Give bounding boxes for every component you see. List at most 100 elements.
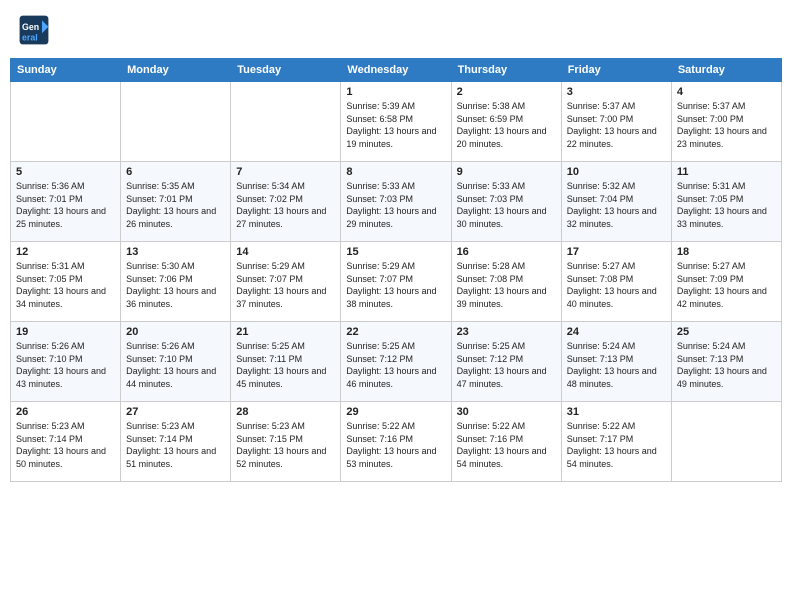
day-number: 18	[677, 246, 776, 258]
day-number: 12	[16, 246, 115, 258]
calendar-cell: 14Sunrise: 5:29 AM Sunset: 7:07 PM Dayli…	[231, 242, 341, 322]
day-number: 16	[457, 246, 556, 258]
day-info: Sunrise: 5:23 AM Sunset: 7:14 PM Dayligh…	[126, 420, 225, 470]
calendar-cell: 5Sunrise: 5:36 AM Sunset: 7:01 PM Daylig…	[11, 162, 121, 242]
day-info: Sunrise: 5:27 AM Sunset: 7:08 PM Dayligh…	[567, 260, 666, 310]
svg-text:Gen: Gen	[22, 22, 39, 32]
day-info: Sunrise: 5:25 AM Sunset: 7:11 PM Dayligh…	[236, 340, 335, 390]
calendar-cell: 4 Sunrise: 5:37 AM Sunset: 7:00 PM Daylig…	[671, 82, 781, 162]
day-number: 11	[677, 166, 776, 178]
calendar-week-4: 19 Sunrise: 5:26 AM Sunset: 7:10 PM Dayli…	[11, 322, 782, 402]
day-info: Sunrise: 5:39 AM Sunset: 6:58 PM Dayligh…	[346, 100, 445, 150]
calendar-cell: 18 Sunrise: 5:27 AM Sunset: 7:09 PM Dayli…	[671, 242, 781, 322]
day-info: Sunrise: 5:31 AM Sunset: 7:05 PM Dayligh…	[16, 260, 115, 310]
day-number: 2	[457, 86, 556, 98]
day-number: 25	[677, 326, 776, 338]
calendar-cell: 12 Sunrise: 5:31 AM Sunset: 7:05 PM Dayli…	[11, 242, 121, 322]
day-info: Sunrise: 5:30 AM Sunset: 7:06 PM Dayligh…	[126, 260, 225, 310]
calendar-cell: 26Sunrise: 5:23 AM Sunset: 7:14 PM Dayli…	[11, 402, 121, 482]
weekday-row: SundayMondayTuesdayWednesdayThursdayFrid…	[11, 59, 782, 82]
day-number: 29	[346, 406, 445, 418]
calendar-cell: 20 Sunrise: 5:26 AM Sunset: 7:10 PM Dayli…	[121, 322, 231, 402]
calendar-cell: 10 Sunrise: 5:32 AM Sunset: 7:04 PM Dayli…	[561, 162, 671, 242]
day-info: Sunrise: 5:33 AM Sunset: 7:03 PM Dayligh…	[346, 180, 445, 230]
day-info: Sunrise: 5:38 AM Sunset: 6:59 PM Dayligh…	[457, 100, 556, 150]
svg-text:eral: eral	[22, 32, 38, 42]
logo: Gen eral	[18, 14, 54, 46]
day-info: Sunrise: 5:22 AM Sunset: 7:16 PM Dayligh…	[346, 420, 445, 470]
calendar-cell	[121, 82, 231, 162]
logo-icon: Gen eral	[18, 14, 50, 46]
day-number: 23	[457, 326, 556, 338]
day-number: 22	[346, 326, 445, 338]
day-number: 20	[126, 326, 225, 338]
calendar-cell: 17 Sunrise: 5:27 AM Sunset: 7:08 PM Dayli…	[561, 242, 671, 322]
calendar-cell: 16 Sunrise: 5:28 AM Sunset: 7:08 PM Dayli…	[451, 242, 561, 322]
calendar-week-5: 26Sunrise: 5:23 AM Sunset: 7:14 PM Dayli…	[11, 402, 782, 482]
day-info: Sunrise: 5:22 AM Sunset: 7:16 PM Dayligh…	[457, 420, 556, 470]
calendar-cell: 13Sunrise: 5:30 AM Sunset: 7:06 PM Dayli…	[121, 242, 231, 322]
day-info: Sunrise: 5:32 AM Sunset: 7:04 PM Dayligh…	[567, 180, 666, 230]
calendar-body: 1 Sunrise: 5:39 AM Sunset: 6:58 PM Daylig…	[11, 82, 782, 482]
calendar-cell: 15 Sunrise: 5:29 AM Sunset: 7:07 PM Dayli…	[341, 242, 451, 322]
calendar-cell: 3 Sunrise: 5:37 AM Sunset: 7:00 PM Daylig…	[561, 82, 671, 162]
day-number: 27	[126, 406, 225, 418]
day-number: 1	[346, 86, 445, 98]
day-info: Sunrise: 5:29 AM Sunset: 7:07 PM Dayligh…	[236, 260, 335, 310]
calendar-table: SundayMondayTuesdayWednesdayThursdayFrid…	[10, 58, 782, 482]
calendar-week-2: 5Sunrise: 5:36 AM Sunset: 7:01 PM Daylig…	[11, 162, 782, 242]
calendar-cell: 2 Sunrise: 5:38 AM Sunset: 6:59 PM Daylig…	[451, 82, 561, 162]
weekday-header-thursday: Thursday	[451, 59, 561, 82]
day-info: Sunrise: 5:26 AM Sunset: 7:10 PM Dayligh…	[126, 340, 225, 390]
calendar-cell: 25 Sunrise: 5:24 AM Sunset: 7:13 PM Dayli…	[671, 322, 781, 402]
day-info: Sunrise: 5:26 AM Sunset: 7:10 PM Dayligh…	[16, 340, 115, 390]
day-number: 24	[567, 326, 666, 338]
day-info: Sunrise: 5:23 AM Sunset: 7:14 PM Dayligh…	[16, 420, 115, 470]
calendar-header: SundayMondayTuesdayWednesdayThursdayFrid…	[11, 59, 782, 82]
calendar-cell: 30 Sunrise: 5:22 AM Sunset: 7:16 PM Dayli…	[451, 402, 561, 482]
calendar-cell: 22Sunrise: 5:25 AM Sunset: 7:12 PM Dayli…	[341, 322, 451, 402]
calendar-cell: 11 Sunrise: 5:31 AM Sunset: 7:05 PM Dayli…	[671, 162, 781, 242]
day-number: 3	[567, 86, 666, 98]
day-info: Sunrise: 5:33 AM Sunset: 7:03 PM Dayligh…	[457, 180, 556, 230]
day-number: 15	[346, 246, 445, 258]
calendar-cell: 6 Sunrise: 5:35 AM Sunset: 7:01 PM Daylig…	[121, 162, 231, 242]
calendar-cell: 27 Sunrise: 5:23 AM Sunset: 7:14 PM Dayli…	[121, 402, 231, 482]
calendar-cell	[11, 82, 121, 162]
day-info: Sunrise: 5:24 AM Sunset: 7:13 PM Dayligh…	[677, 340, 776, 390]
day-info: Sunrise: 5:22 AM Sunset: 7:17 PM Dayligh…	[567, 420, 666, 470]
weekday-header-friday: Friday	[561, 59, 671, 82]
day-number: 30	[457, 406, 556, 418]
weekday-header-monday: Monday	[121, 59, 231, 82]
calendar-week-1: 1 Sunrise: 5:39 AM Sunset: 6:58 PM Daylig…	[11, 82, 782, 162]
day-number: 17	[567, 246, 666, 258]
day-number: 7	[236, 166, 335, 178]
day-info: Sunrise: 5:29 AM Sunset: 7:07 PM Dayligh…	[346, 260, 445, 310]
day-number: 9	[457, 166, 556, 178]
day-info: Sunrise: 5:25 AM Sunset: 7:12 PM Dayligh…	[457, 340, 556, 390]
day-number: 21	[236, 326, 335, 338]
calendar-cell: 19 Sunrise: 5:26 AM Sunset: 7:10 PM Dayli…	[11, 322, 121, 402]
calendar-cell	[231, 82, 341, 162]
calendar-cell: 7Sunrise: 5:34 AM Sunset: 7:02 PM Daylig…	[231, 162, 341, 242]
day-number: 4	[677, 86, 776, 98]
calendar-cell: 24Sunrise: 5:24 AM Sunset: 7:13 PM Dayli…	[561, 322, 671, 402]
day-info: Sunrise: 5:36 AM Sunset: 7:01 PM Dayligh…	[16, 180, 115, 230]
day-info: Sunrise: 5:37 AM Sunset: 7:00 PM Dayligh…	[567, 100, 666, 150]
calendar-cell: 23 Sunrise: 5:25 AM Sunset: 7:12 PM Dayli…	[451, 322, 561, 402]
day-number: 19	[16, 326, 115, 338]
day-number: 31	[567, 406, 666, 418]
day-number: 10	[567, 166, 666, 178]
weekday-header-sunday: Sunday	[11, 59, 121, 82]
weekday-header-wednesday: Wednesday	[341, 59, 451, 82]
calendar-cell: 8 Sunrise: 5:33 AM Sunset: 7:03 PM Daylig…	[341, 162, 451, 242]
day-info: Sunrise: 5:31 AM Sunset: 7:05 PM Dayligh…	[677, 180, 776, 230]
day-number: 8	[346, 166, 445, 178]
calendar-cell: 1 Sunrise: 5:39 AM Sunset: 6:58 PM Daylig…	[341, 82, 451, 162]
day-info: Sunrise: 5:28 AM Sunset: 7:08 PM Dayligh…	[457, 260, 556, 310]
day-info: Sunrise: 5:37 AM Sunset: 7:00 PM Dayligh…	[677, 100, 776, 150]
day-number: 6	[126, 166, 225, 178]
day-info: Sunrise: 5:35 AM Sunset: 7:01 PM Dayligh…	[126, 180, 225, 230]
weekday-header-tuesday: Tuesday	[231, 59, 341, 82]
day-info: Sunrise: 5:27 AM Sunset: 7:09 PM Dayligh…	[677, 260, 776, 310]
